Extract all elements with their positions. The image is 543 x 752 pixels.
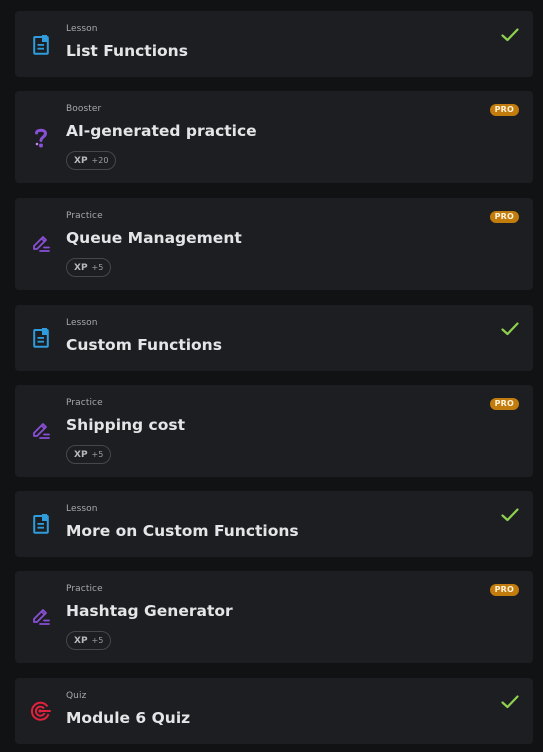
item-title: Hashtag Generator — [66, 602, 233, 620]
completed-check-icon — [501, 27, 519, 42]
item-title: List Functions — [66, 42, 188, 60]
item-type-label: Lesson — [66, 24, 98, 34]
xp-reward-chip: XP +5 — [66, 631, 112, 650]
item-type-label: Practice — [66, 398, 103, 408]
module-item-more-on-custom-functions[interactable]: Lesson More on Custom Functions — [15, 491, 533, 557]
xp-value: +20 — [91, 156, 109, 165]
lesson-doc-icon — [30, 326, 52, 350]
module-item-custom-functions[interactable]: Lesson Custom Functions — [15, 305, 533, 371]
completed-check-icon — [501, 694, 519, 709]
item-type-label: Lesson — [66, 318, 98, 328]
item-type-label: Lesson — [66, 504, 98, 514]
module-item-list: Lesson List Functions Booster AI-generat… — [0, 0, 543, 752]
module-item-list-functions[interactable]: Lesson List Functions — [15, 11, 533, 77]
xp-reward-chip: XP +20 — [66, 151, 117, 170]
xp-value: +5 — [91, 263, 104, 272]
xp-reward-chip: XP +5 — [66, 445, 112, 464]
pencil-icon — [30, 605, 52, 629]
module-item-module-6-quiz[interactable]: Quiz Module 6 Quiz — [15, 678, 533, 744]
question-mark-icon — [30, 126, 52, 150]
completed-check-icon — [501, 321, 519, 336]
lesson-doc-icon — [30, 33, 52, 57]
module-item-queue-management[interactable]: Practice Queue Management XP +5 PRO — [15, 198, 533, 290]
pencil-icon — [30, 232, 52, 256]
module-item-hashtag-generator[interactable]: Practice Hashtag Generator XP +5 PRO — [15, 571, 533, 663]
item-title: AI-generated practice — [66, 122, 257, 140]
item-type-label: Booster — [66, 104, 102, 114]
lesson-doc-icon — [30, 512, 52, 536]
item-type-label: Quiz — [66, 691, 87, 701]
item-type-label: Practice — [66, 211, 103, 221]
pro-badge: PRO — [489, 104, 519, 116]
pencil-icon — [30, 419, 52, 443]
xp-value: +5 — [91, 450, 104, 459]
item-title: Queue Management — [66, 229, 242, 247]
item-title: Shipping cost — [66, 416, 186, 434]
xp-label: XP — [74, 635, 88, 646]
pro-badge: PRO — [489, 584, 519, 596]
xp-label: XP — [74, 262, 88, 273]
module-item-shipping-cost[interactable]: Practice Shipping cost XP +5 PRO — [15, 385, 533, 477]
pro-badge: PRO — [489, 211, 519, 223]
target-icon — [30, 699, 52, 723]
xp-value: +5 — [91, 636, 104, 645]
xp-reward-chip: XP +5 — [66, 258, 112, 277]
item-type-label: Practice — [66, 584, 103, 594]
module-item-ai-generated-practice[interactable]: Booster AI-generated practice XP +20 PRO — [15, 91, 533, 183]
xp-label: XP — [74, 155, 88, 166]
item-title: Module 6 Quiz — [66, 709, 191, 727]
item-title: Custom Functions — [66, 336, 222, 354]
item-title: More on Custom Functions — [66, 522, 299, 540]
xp-label: XP — [74, 449, 88, 460]
completed-check-icon — [501, 507, 519, 522]
pro-badge: PRO — [489, 398, 519, 410]
